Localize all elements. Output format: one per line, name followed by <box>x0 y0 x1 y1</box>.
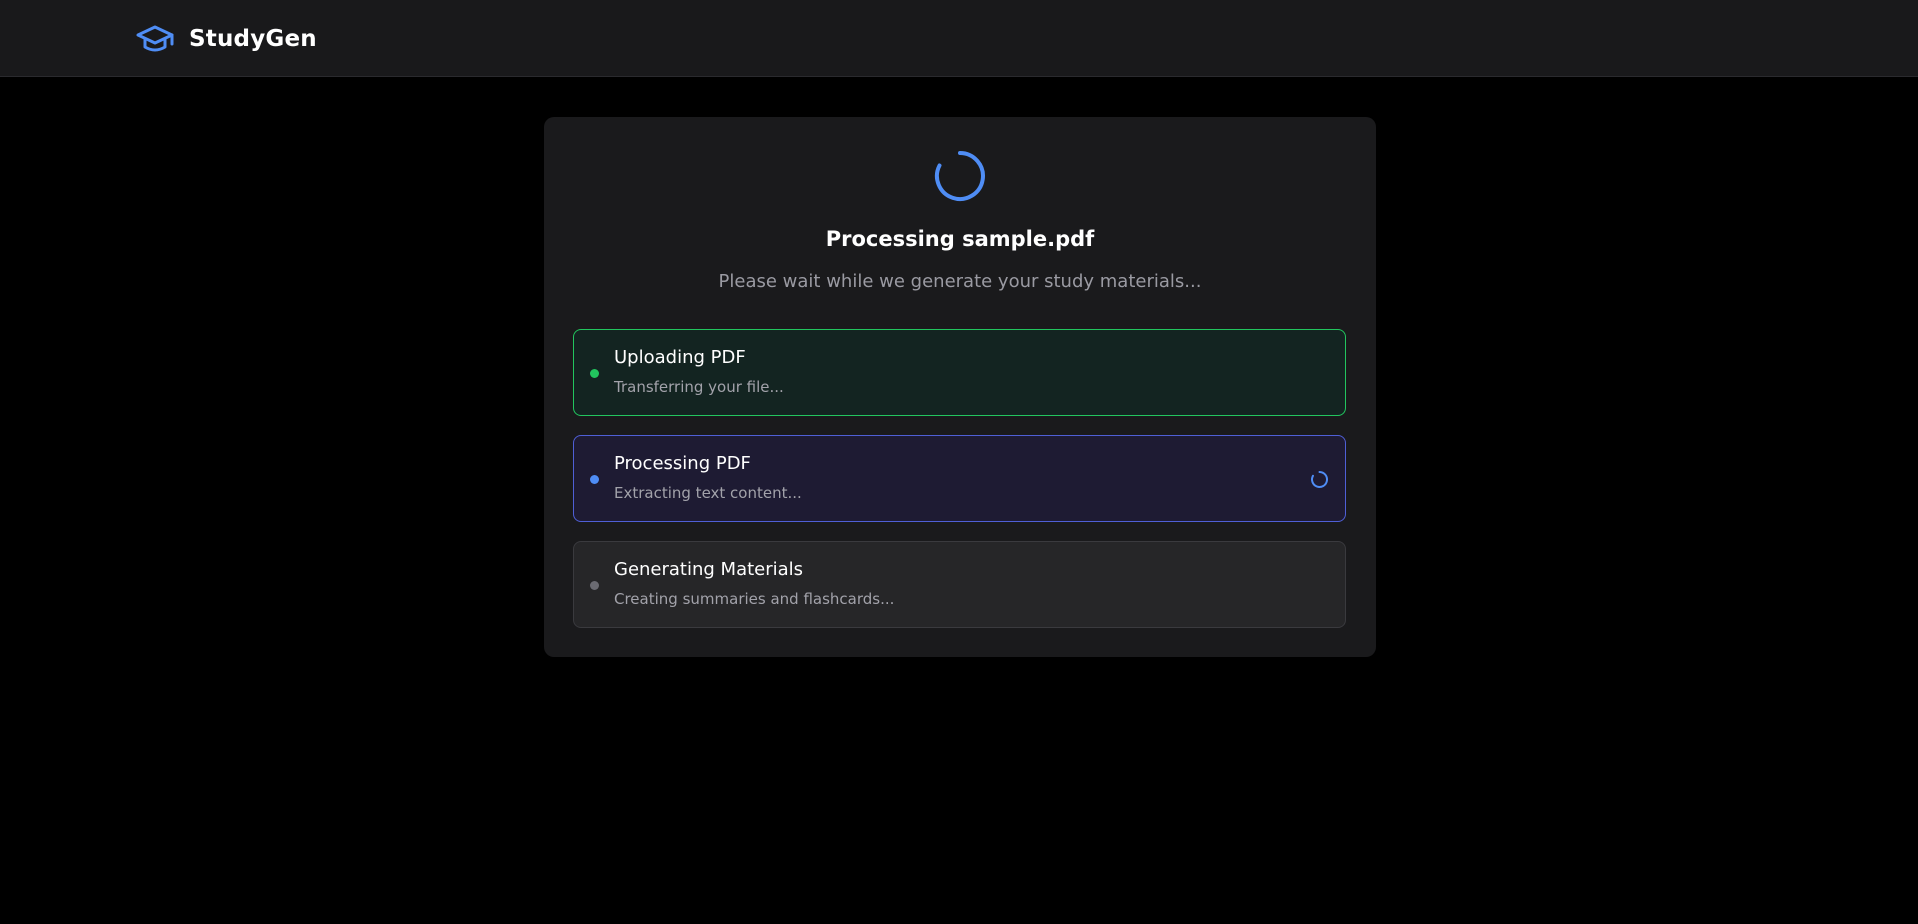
status-dot-icon <box>590 581 599 590</box>
step-description: Creating summaries and flashcards... <box>614 590 895 608</box>
status-dot-icon <box>590 369 599 378</box>
step-processing-pdf: Processing PDF Extracting text content..… <box>573 435 1346 522</box>
step-title: Uploading PDF <box>614 347 746 368</box>
step-title: Generating Materials <box>614 559 804 580</box>
processing-title: Processing sample.pdf <box>825 227 1095 251</box>
top-navbar: StudyGen <box>0 0 1918 77</box>
processing-card: Processing sample.pdf Please wait while … <box>544 117 1376 657</box>
status-dot-icon <box>590 475 599 484</box>
graduation-cap-icon <box>135 19 175 59</box>
step-description: Extracting text content... <box>614 484 802 502</box>
step-generating-materials: Generating Materials Creating summaries … <box>573 541 1346 628</box>
processing-subtitle: Please wait while we generate your study… <box>718 271 1202 292</box>
brand[interactable]: StudyGen <box>135 0 317 77</box>
step-description: Transferring your file... <box>614 378 784 396</box>
loading-spinner-icon <box>933 149 987 203</box>
step-uploading-pdf: Uploading PDF Transferring your file... <box>573 329 1346 416</box>
brand-name: StudyGen <box>189 25 317 52</box>
step-title: Processing PDF <box>614 453 751 474</box>
loading-spinner-icon <box>1310 470 1329 489</box>
